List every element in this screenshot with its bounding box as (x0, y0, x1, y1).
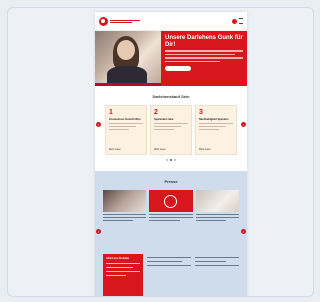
press-next-arrow-icon[interactable]: › (241, 229, 246, 234)
hero-title: Unsere Darlehens Gunk für Dir! (165, 35, 243, 48)
step-link[interactable]: Mehr lesen (199, 148, 211, 151)
carousel-dot-active[interactable] (170, 159, 172, 161)
hero-photo (95, 31, 161, 86)
press-card-image (195, 190, 239, 212)
hero-content: Unsere Darlehens Gunk für Dir! (161, 31, 247, 86)
press-card[interactable] (103, 190, 147, 246)
menu-icon[interactable] (239, 18, 243, 24)
steps-cards: 1 Kostenloses Gutschriften Mehr lesen 2 … (101, 105, 241, 155)
user-icon[interactable] (232, 18, 237, 24)
press-title: Presse (164, 179, 178, 184)
step-title: Kostenloses Gutschriften (109, 118, 141, 121)
hero-banner: Unsere Darlehens Gunk für Dir! (95, 31, 247, 86)
steps-title: Darlehenskauf Sein (152, 94, 190, 99)
browser-frame: Unsere Darlehens Gunk für Dir! Darlehens… (7, 7, 314, 297)
step-number: 3 (199, 109, 203, 116)
step-link[interactable]: Mehr lesen (154, 148, 166, 151)
press-text-column (147, 254, 191, 296)
step-title: Sparende Liebe (154, 118, 174, 121)
header-actions (232, 18, 243, 24)
brand-logo-icon (99, 16, 108, 26)
press-cards (95, 190, 247, 246)
brand-logo[interactable] (99, 16, 144, 26)
brand-logo-text (110, 19, 144, 23)
hero-text-line (165, 50, 243, 52)
promo-box[interactable]: Aktien aus Produkte (103, 254, 143, 296)
step-number: 2 (154, 109, 158, 116)
step-card[interactable]: 1 Kostenloses Gutschriften Mehr lesen (105, 105, 147, 155)
press-card-image (103, 190, 147, 212)
steps-section: Darlehenskauf Sein ‹ › 1 Kostenloses Gut… (95, 86, 247, 165)
hero-text-line (165, 53, 236, 55)
carousel-dot[interactable] (166, 159, 168, 161)
press-section: Presse ‹ › Aktien aus Produkte (95, 171, 247, 296)
hero-text-line (165, 60, 220, 62)
award-icon (164, 194, 178, 208)
website-page: Unsere Darlehens Gunk für Dir! Darlehens… (95, 12, 247, 296)
hero-text-line (165, 57, 243, 59)
step-link[interactable]: Mehr lesen (109, 148, 121, 151)
press-bottom: Aktien aus Produkte (95, 254, 247, 296)
steps-next-arrow-icon[interactable]: › (241, 122, 246, 127)
press-prev-arrow-icon[interactable]: ‹ (96, 229, 101, 234)
press-text-column (195, 254, 239, 296)
carousel-dot[interactable] (174, 159, 176, 161)
step-title: Nachhaltigkeit Spenden (199, 118, 229, 121)
carousel-dots (101, 159, 241, 161)
press-card-image (149, 190, 193, 212)
step-number: 1 (109, 109, 113, 116)
step-card[interactable]: 2 Sparende Liebe Mehr lesen (150, 105, 192, 155)
steps-prev-arrow-icon[interactable]: ‹ (96, 122, 101, 127)
step-card[interactable]: 3 Nachhaltigkeit Spenden Mehr lesen (195, 105, 237, 155)
press-card[interactable] (149, 190, 193, 246)
hero-cta-button[interactable] (165, 66, 191, 71)
promo-box-title: Aktien aus Produkte (106, 257, 130, 260)
site-header (95, 12, 247, 31)
press-card[interactable] (195, 190, 239, 246)
